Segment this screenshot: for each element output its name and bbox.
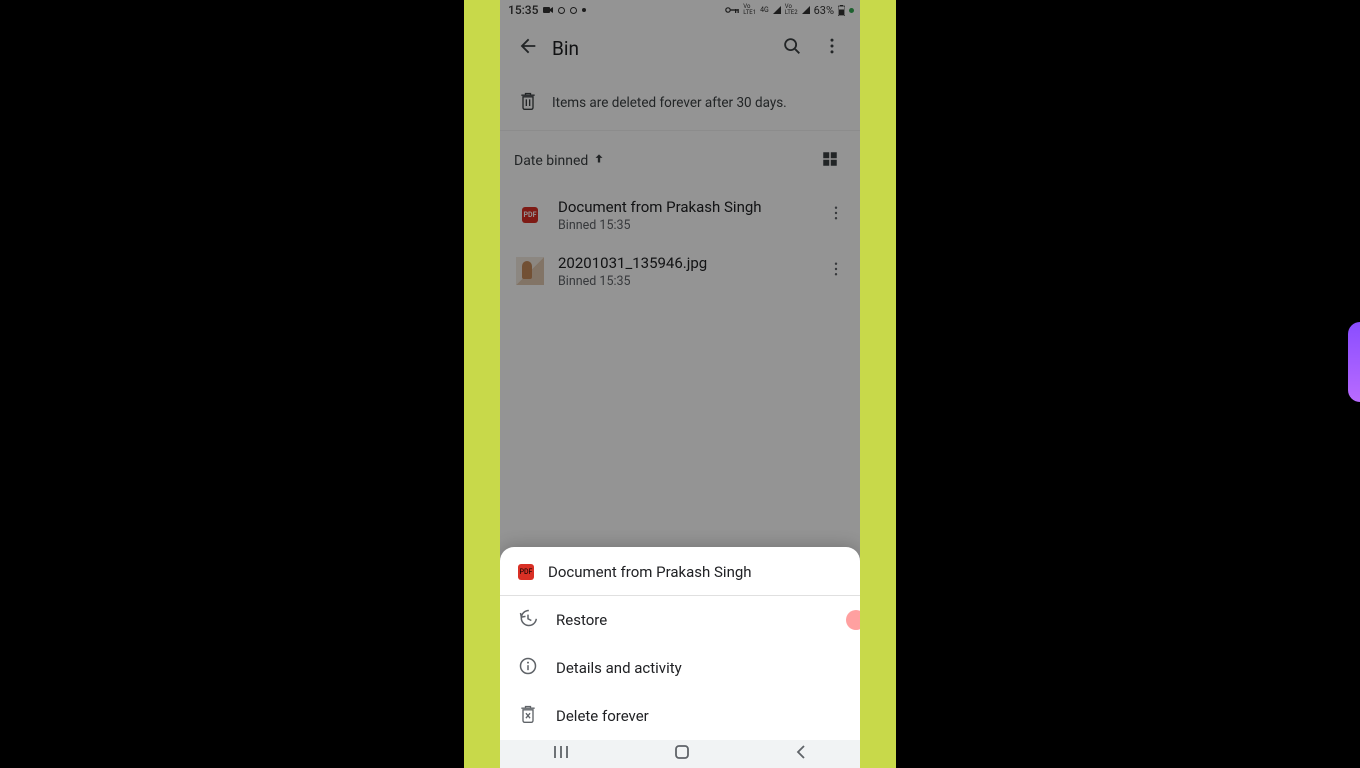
status-indicator-icon <box>570 7 577 14</box>
search-button[interactable] <box>772 28 812 68</box>
app-bar: Bin <box>500 20 860 76</box>
network-4g-label: 4G <box>760 6 769 14</box>
arrow-back-icon <box>517 35 539 61</box>
network1-label: VoLTE1 <box>743 4 756 16</box>
grid-view-icon <box>821 150 839 172</box>
file-list: PDF Document from Prakash Singh Binned 1… <box>500 187 860 299</box>
image-thumbnail <box>516 257 544 285</box>
recents-icon <box>552 745 570 764</box>
back-button[interactable] <box>508 28 548 68</box>
sheet-item-delete-forever[interactable]: Delete forever <box>500 692 860 740</box>
file-name: 20201031_135946.jpg <box>558 254 804 272</box>
status-time: 15:35 <box>508 3 538 17</box>
sort-button[interactable]: Date binned <box>514 152 814 170</box>
chevron-left-icon <box>794 745 808 764</box>
file-item[interactable]: PDF Document from Prakash Singh Binned 1… <box>500 187 860 243</box>
sheet-item-restore[interactable]: Restore <box>500 596 860 644</box>
sort-label-text: Date binned <box>514 153 588 169</box>
network2-label: VoLTE2 <box>785 4 798 16</box>
nav-home-button[interactable] <box>674 744 690 764</box>
view-toggle-button[interactable] <box>814 145 846 177</box>
file-item[interactable]: 20201031_135946.jpg Binned 15:35 <box>500 243 860 299</box>
camera-indicator-icon <box>543 6 553 14</box>
pdf-icon: PDF <box>518 564 534 580</box>
status-dot-icon <box>582 8 586 12</box>
info-banner: Items are deleted forever after 30 days. <box>500 76 860 131</box>
trash-icon <box>518 90 538 116</box>
more-vert-icon <box>827 260 845 282</box>
more-vert-icon <box>822 36 842 60</box>
file-meta: Binned 15:35 <box>558 218 804 233</box>
page-title: Bin <box>552 37 772 60</box>
status-bar: 15:35 VoLTE1 4G VoLTE2 63% <box>500 0 860 20</box>
home-icon <box>674 745 690 764</box>
bottom-sheet: PDF Document from Prakash Singh Restore … <box>500 547 860 740</box>
file-name: Document from Prakash Singh <box>558 198 804 216</box>
more-vert-icon <box>827 204 845 226</box>
system-nav-bar <box>500 740 860 768</box>
file-more-button[interactable] <box>818 251 854 291</box>
nav-back-button[interactable] <box>794 744 808 764</box>
battery-icon <box>838 5 845 16</box>
info-icon <box>518 656 538 680</box>
status-indicator-icon <box>558 7 565 14</box>
pdf-icon: PDF <box>516 201 544 229</box>
camera-active-dot <box>849 8 854 13</box>
file-meta: Binned 15:35 <box>558 274 804 289</box>
sheet-header: PDF Document from Prakash Singh <box>500 547 860 596</box>
info-banner-text: Items are deleted forever after 30 days. <box>552 95 787 111</box>
vpn-icon <box>725 6 739 14</box>
sheet-item-label: Delete forever <box>556 707 649 725</box>
sheet-item-details[interactable]: Details and activity <box>500 644 860 692</box>
battery-label: 63% <box>814 4 834 17</box>
signal2-icon <box>802 6 810 14</box>
sheet-item-label: Details and activity <box>556 659 682 677</box>
nav-recents-button[interactable] <box>552 744 570 764</box>
phone-screen: 15:35 VoLTE1 4G VoLTE2 63% <box>500 0 860 768</box>
signal1-icon <box>773 6 781 14</box>
touch-indicator <box>846 610 860 630</box>
sheet-title: Document from Prakash Singh <box>548 563 752 581</box>
search-icon <box>781 35 803 61</box>
sheet-item-label: Restore <box>556 611 607 629</box>
arrow-up-icon <box>592 152 606 170</box>
restore-icon <box>518 608 538 632</box>
sort-row: Date binned <box>500 131 860 187</box>
delete-forever-icon <box>518 704 538 728</box>
more-options-button[interactable] <box>812 28 852 68</box>
side-tab-overlay[interactable] <box>1348 322 1360 402</box>
file-more-button[interactable] <box>818 195 854 235</box>
